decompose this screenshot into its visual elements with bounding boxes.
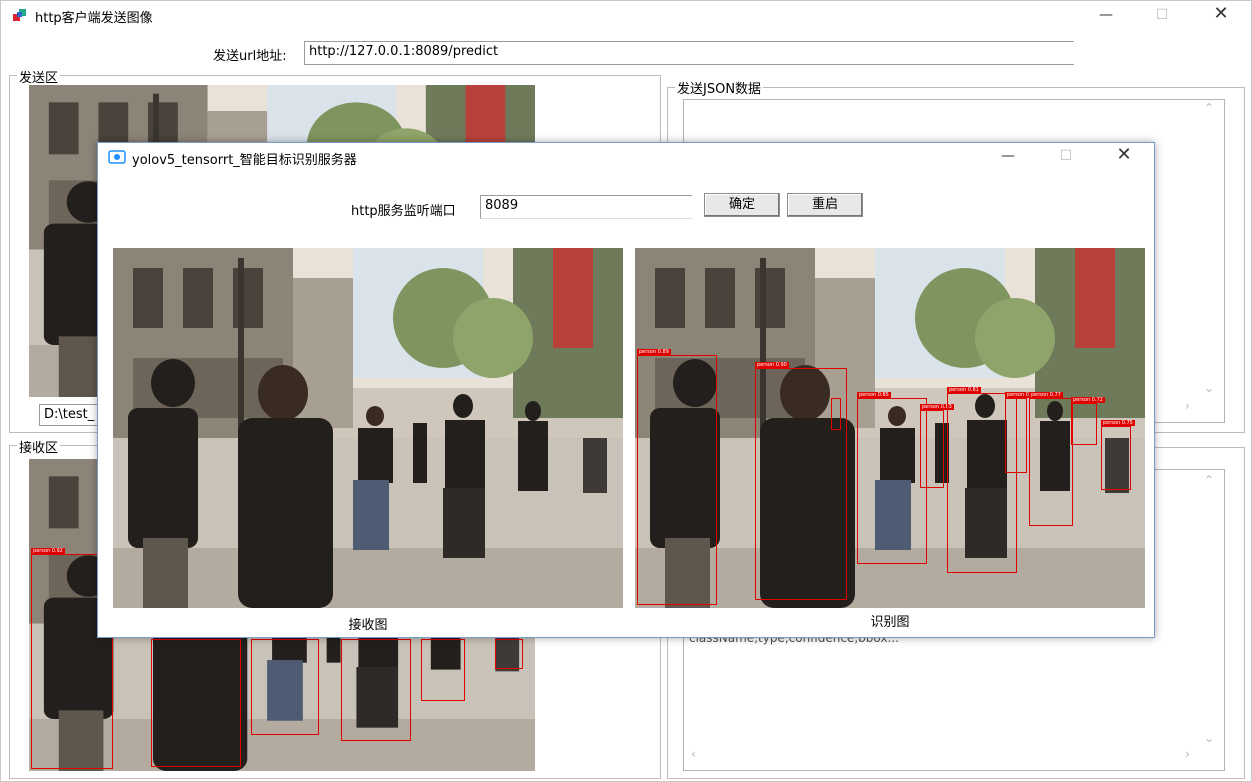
json-scroll-down-icon[interactable]: ⌄ <box>1204 381 1214 395</box>
ok-button[interactable]: 确定 <box>704 193 780 217</box>
maximize-icon[interactable]: ☐ <box>1150 5 1174 25</box>
main-window-title: http客户端发送图像 <box>35 11 153 26</box>
detection-label: person 0.81 <box>947 387 981 393</box>
detection-box <box>495 639 523 669</box>
detection-label: person 0.92 <box>31 548 65 554</box>
app-logo-icon <box>13 8 27 22</box>
json-scroll-right-icon[interactable]: › <box>1185 399 1190 413</box>
result-scroll-left-icon[interactable]: ‹ <box>691 747 696 761</box>
received-image <box>113 248 623 608</box>
detection-label: person 0.89 <box>637 349 671 355</box>
detection-label: person 0.90 <box>755 362 789 368</box>
send-group-label: 发送区 <box>17 67 61 86</box>
server-maximize-icon[interactable]: ☐ <box>1054 146 1078 166</box>
port-label: http服务监听端口 <box>351 204 456 219</box>
minimize-icon[interactable]: — <box>1094 5 1118 25</box>
detection-box <box>251 639 319 735</box>
server-logo-icon <box>108 150 126 164</box>
server-window-title: yolov5_tensorrt_智能目标识别服务器 <box>132 153 357 168</box>
detection-label: person 0.75 <box>1101 420 1135 426</box>
close-icon[interactable]: ✕ <box>1209 4 1233 24</box>
result-scroll-right-icon[interactable]: › <box>1185 747 1190 761</box>
detection-box <box>151 639 241 767</box>
server-window: yolov5_tensorrt_智能目标识别服务器 — ☐ ✕ http服务监听… <box>97 142 1155 638</box>
detection-label: person 0.72 <box>1071 397 1105 403</box>
detection-box: person 0.89 <box>637 349 717 605</box>
detection-box: person 0.85 <box>857 392 927 564</box>
detection-box: person 0.72 <box>1071 397 1105 445</box>
restart-button[interactable]: 重启 <box>787 193 863 217</box>
result-scroll-down-icon[interactable]: ⌄ <box>1204 731 1214 745</box>
result-scroll-up-icon[interactable]: ⌃ <box>1204 473 1214 487</box>
url-label: 发送url地址: <box>213 49 287 64</box>
detection-box <box>341 639 411 741</box>
received-caption: 接收图 <box>348 618 388 633</box>
detection-box: person 0.77 <box>1029 392 1073 526</box>
detection-box: person 0.79 <box>1005 392 1039 473</box>
server-close-icon[interactable]: ✕ <box>1112 145 1136 165</box>
receive-group-label: 接收区 <box>17 437 61 456</box>
detection-box: person 0.75 <box>1101 420 1135 490</box>
json-group-label: 发送JSON数据 <box>675 78 764 97</box>
port-input[interactable]: 8089 <box>480 195 692 219</box>
server-minimize-icon[interactable]: — <box>996 146 1020 166</box>
detection-label: person 0.77 <box>1029 392 1063 398</box>
json-scroll-up-icon[interactable]: ⌃ <box>1204 101 1214 115</box>
detection-box <box>831 398 841 430</box>
detection-box <box>421 639 465 701</box>
detection-box: person 0.83 <box>920 404 954 488</box>
detection-label: person 0.85 <box>857 392 891 398</box>
recognized-image: person 0.89 person 0.90 person 0.85 pers… <box>635 248 1145 608</box>
url-input[interactable]: http://127.0.0.1:8089/predict <box>304 41 1074 65</box>
recognized-caption: 识别图 <box>870 615 910 630</box>
